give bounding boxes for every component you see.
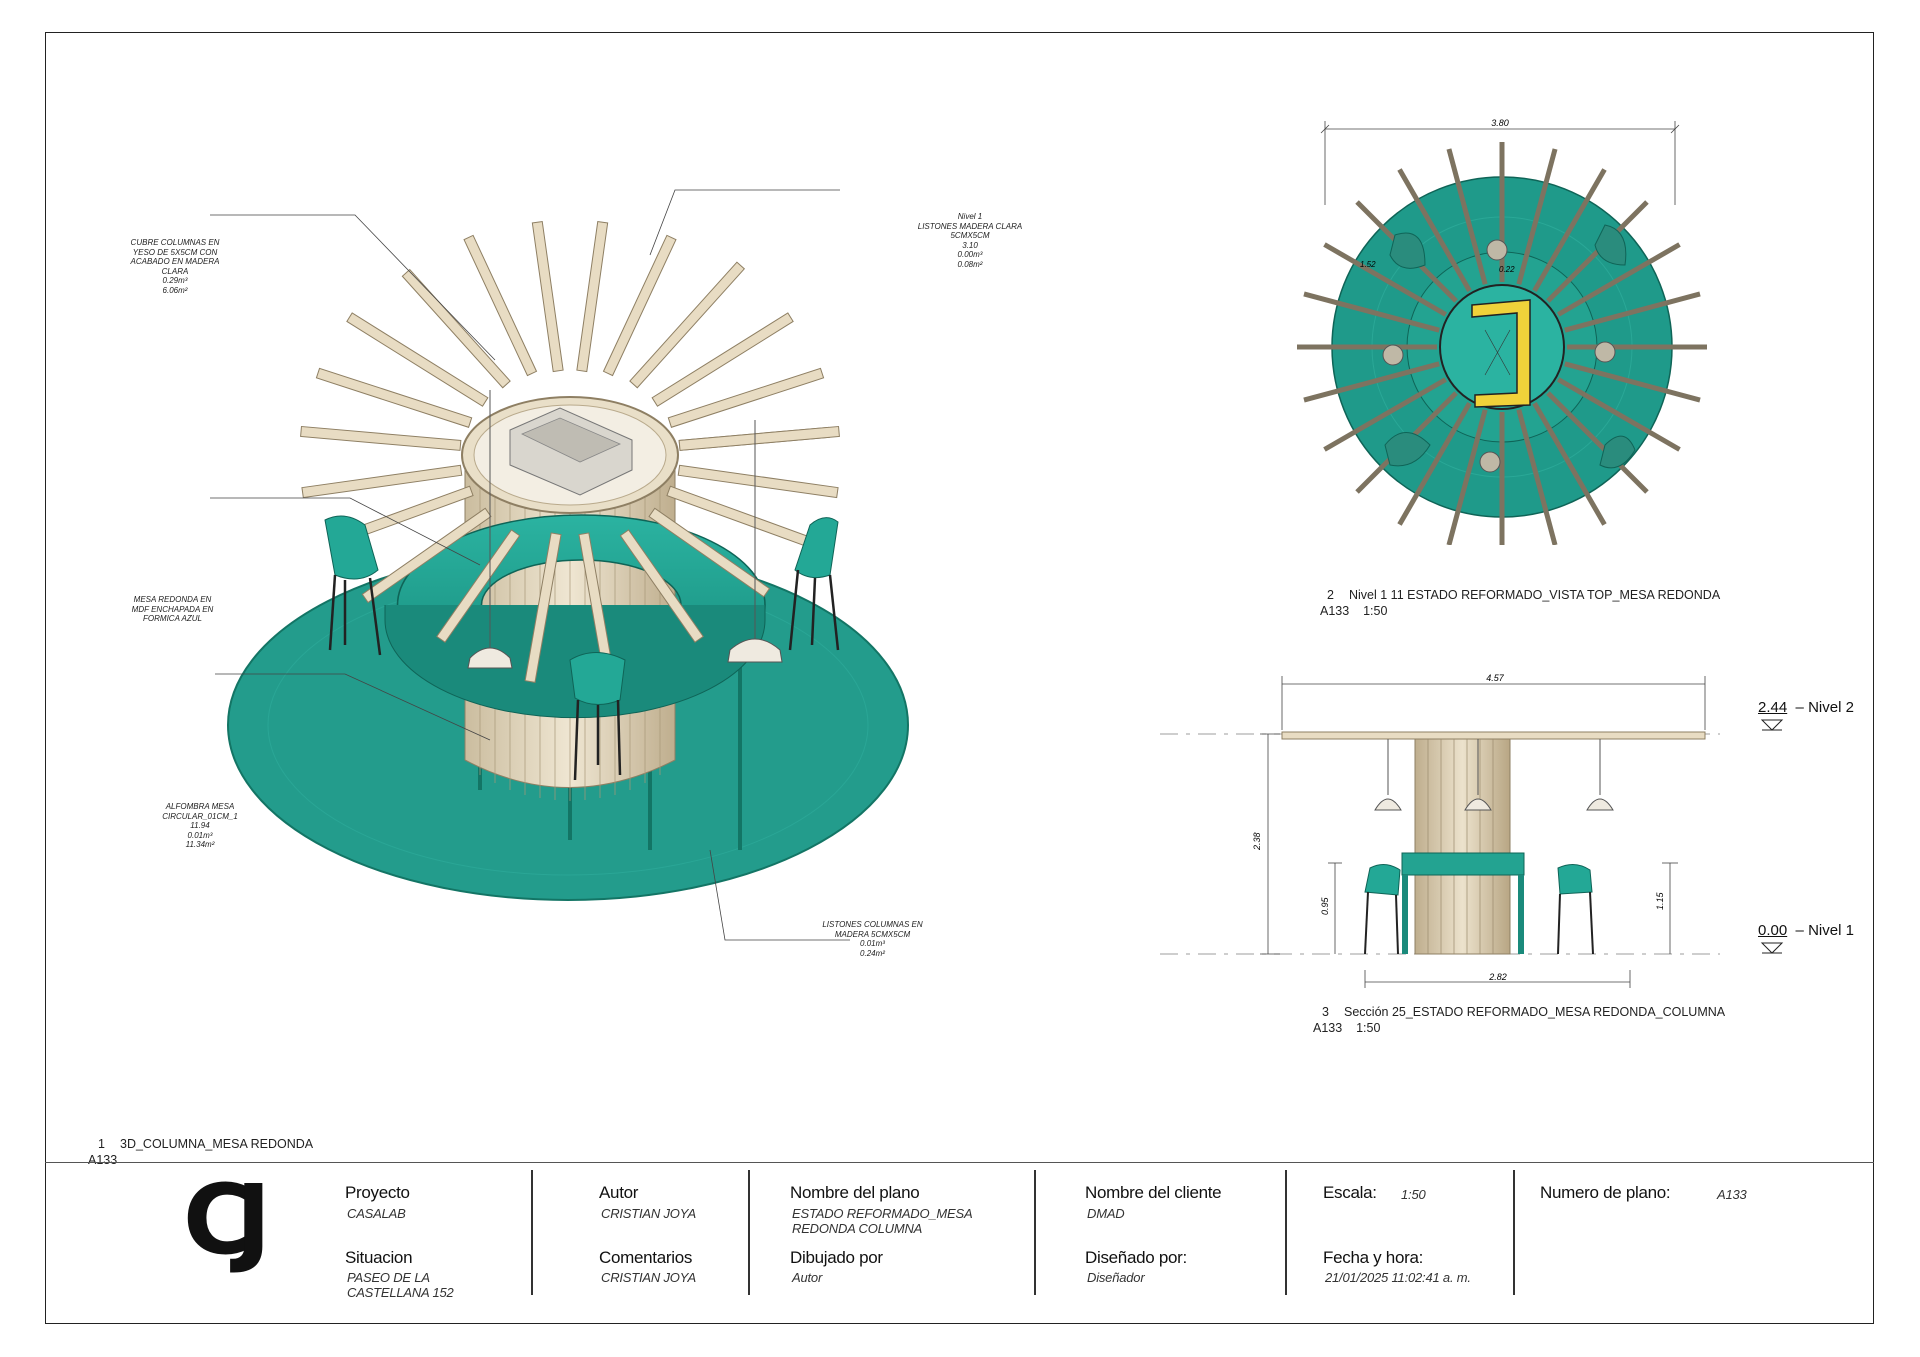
autor-label: Autor [599,1183,639,1202]
note-listones-columnas: LISTONES COLUMNAS EN MADERA 5CMX5CM 0.01m³… [822,920,923,958]
title-block-divider [1285,1170,1287,1295]
situacion-value: PASEO DE LA CASTELLANA 152 [347,1270,454,1300]
dimension-top-small: 1.52 [1360,260,1376,269]
note-cubre-columnas: CUBRE COLUMNAS EN YESO DE 5X5CM CON ACABAD… [130,238,220,295]
view3-sheet: A133 1:50 [1313,1021,1381,1035]
view1-sheet: A133 [88,1153,118,1167]
cliente-value: DMAD [1087,1206,1125,1221]
fecha-label: Fecha y hora: [1323,1248,1424,1267]
dimension-top-width: 3.80 [1491,118,1509,128]
view1-title: 1 3D_COLUMNA_MESA REDONDA [98,1137,314,1151]
note-alfombra: ALFOMBRA MESA CIRCULAR_01CM_1 11.94 0.01m³ 1… [162,802,238,849]
note-mesa-redonda: MESA REDONDA EN MDF ENCHAPADA EN FORMICA A… [131,595,214,623]
dimension-section-width: 4.57 [1486,673,1505,683]
dimension-section-right: 1.15 [1655,891,1665,910]
proyecto-label: Proyecto [345,1183,410,1202]
dimension-section-table: 0.95 [1320,896,1330,915]
section-table [1401,852,1525,876]
dibujado-value: Autor [792,1270,823,1285]
title-block-divider [1513,1170,1515,1295]
section-battens [1281,731,1706,740]
logo: CJ [183,1164,271,1276]
proyecto-value: CASALAB [347,1206,406,1221]
level-triangle-icon [1760,719,1784,731]
view3-title: 3 Sección 25_ESTADO REFORMADO_MESA REDOND… [1322,1005,1726,1019]
title-block-divider [1034,1170,1036,1295]
autor-value: CRISTIAN JOYA [601,1206,696,1221]
cliente-label: Nombre del cliente [1085,1183,1222,1202]
situacion-label: Situacion [345,1248,413,1267]
numero-plano-label: Numero de plano: [1540,1183,1671,1202]
escala-value: 1:50 [1401,1187,1426,1202]
level-marker-nivel-1: 0.00 – Nivel 1 [1758,922,1854,939]
title-block-top-rule [45,1162,1874,1163]
level-marker-nivel-2: 2.44 – Nivel 2 [1758,699,1854,716]
isometric-3d-view [210,189,909,941]
section-view: 4.57 2.38 0.95 1.15 2.82 [1160,673,1720,988]
dibujado-label: Dibujado por [790,1248,883,1267]
level-triangle-icon [1760,942,1784,954]
section-column [1414,738,1511,955]
nombre-plano-label: Nombre del plano [790,1183,920,1202]
disenado-value: Diseñador [1087,1270,1145,1285]
fecha-value: 21/01/2025 11:02:41 a. m. [1325,1270,1471,1285]
escala-label: Escala: [1323,1183,1377,1202]
dimension-section-height: 2.38 [1252,832,1262,851]
nombre-plano-value: ESTADO REFORMADO_MESA REDONDA COLUMNA [792,1206,973,1236]
view2-title: 2 Nivel 1 11 ESTADO REFORMADO_VISTA TOP_M… [1327,588,1721,602]
title-block-divider [531,1170,533,1295]
top-view-plan: 3.80 1.52 0.22 [1297,118,1707,545]
title-block-divider [748,1170,750,1295]
dimension-top-inner: 0.22 [1499,265,1515,274]
dimension-section-base: 2.82 [1488,972,1507,982]
view2-sheet: A133 1:50 [1320,604,1388,618]
numero-plano-value: A133 [1717,1187,1747,1202]
note-listones-madera: Nivel 1 LISTONES MADERA CLARA 5CMX5CM 3.10 0… [917,212,1023,269]
comentarios-value: CRISTIAN JOYA [601,1270,696,1285]
disenado-label: Diseñado por: [1085,1248,1187,1267]
comentarios-label: Comentarios [599,1248,693,1267]
